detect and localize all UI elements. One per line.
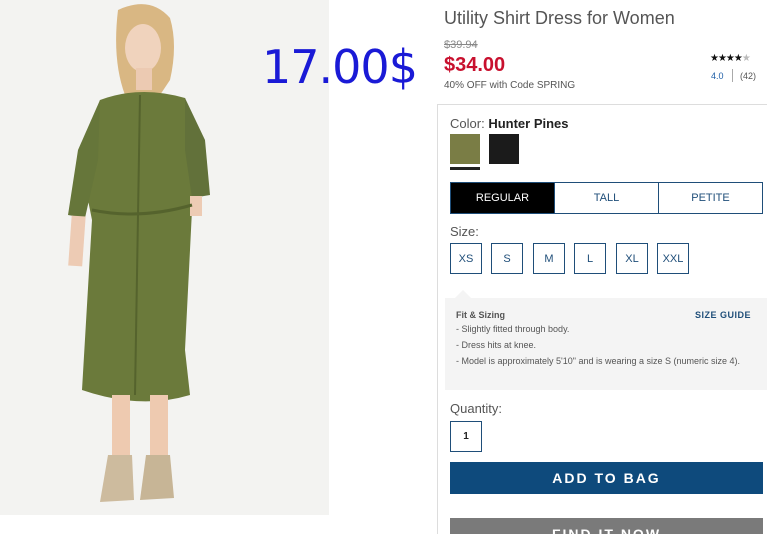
fit-note: - Model is approximately 5'10" and is we… [456,356,741,366]
selected-swatch-indicator [450,167,480,170]
selected-color-name: Hunter Pines [488,116,569,131]
size-button-xs[interactable]: XS [450,243,482,274]
filled-stars: ★★★★ [710,53,743,64]
rating-value[interactable]: 4.0 [711,71,724,81]
add-to-bag-button[interactable]: ADD TO BAG [450,462,763,494]
find-it-now-button[interactable]: FIND IT NOW [450,518,763,534]
tab-regular[interactable]: REGULAR [451,183,554,213]
rating-divider [732,69,733,82]
fit-box-pointer [455,290,471,298]
tab-petite[interactable]: PETITE [658,183,762,213]
fit-sizing-title: Fit & Sizing [456,310,505,320]
fit-tabs: REGULAR TALL PETITE [450,182,763,214]
color-label-prefix: Color: [450,116,485,131]
promo-text: 40% OFF with Code SPRING [444,80,576,91]
size-button-m[interactable]: M [533,243,565,274]
fit-note: - Slightly fitted through body. [456,324,570,334]
tab-tall[interactable]: TALL [554,183,658,213]
swatch-hunter-pines[interactable] [450,134,480,164]
color-label: Color: Hunter Pines [450,116,569,131]
size-button-xl[interactable]: XL [616,243,648,274]
swatch-black[interactable] [489,134,519,164]
empty-star: ★ [741,53,751,64]
sale-price: $34.00 [444,54,506,76]
star-rating-icon[interactable]: ★★★★★ [710,53,751,64]
size-guide-link[interactable]: SIZE GUIDE [695,310,751,320]
original-price: $39.94 [444,39,478,51]
size-button-l[interactable]: L [574,243,606,274]
quantity-select[interactable]: 1 [450,421,482,452]
panel-left-border [437,104,438,534]
overlay-price-text: 17.00$ [262,40,418,94]
quantity-label: Quantity: [450,401,503,416]
size-button-s[interactable]: S [491,243,523,274]
size-button-xxl[interactable]: XXL [657,243,689,274]
size-label: Size: [450,224,479,239]
panel-top-border [437,104,767,105]
fit-sizing-list: - Slightly fitted through body. - Dress … [456,324,756,372]
product-title: Utility Shirt Dress for Women [444,8,675,28]
fit-note: - Dress hits at knee. [456,340,537,350]
review-count[interactable]: (42) [740,71,756,81]
